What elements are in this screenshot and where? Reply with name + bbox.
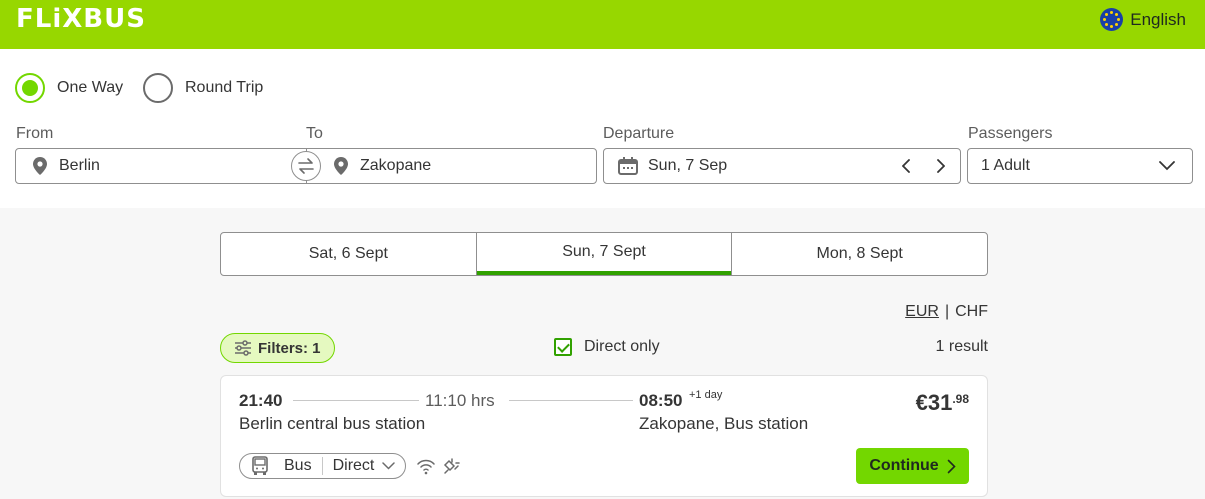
result-card[interactable]: 21:40 11:10 hrs 08:50 +1 day Berlin cent… [220,375,988,497]
passengers-select[interactable]: 1 Adult [967,148,1193,184]
swap-arrows-icon [298,158,314,174]
passengers-label: Passengers [968,125,1053,142]
departure-input[interactable]: Sun, 7 Sep [603,148,961,184]
date-tab-selected[interactable]: Sun, 7 Sept [476,233,733,275]
currency-chf[interactable]: CHF [955,303,988,321]
continue-button[interactable]: Continue [856,448,969,484]
route-line [293,400,419,401]
to-value: Zakopane [360,157,432,174]
direct-only-checkbox[interactable] [554,338,572,356]
departure-value: Sun, 7 Sep [648,157,728,174]
radio-circle [143,73,173,103]
chevron-down-icon [1159,161,1175,171]
bus-icon [252,456,268,475]
from-value: Berlin [59,157,100,174]
one-way-radio[interactable]: One Way [15,73,123,103]
to-input[interactable]: Zakopane [307,149,597,183]
chevron-down-icon [382,462,396,470]
calendar-icon [618,157,638,175]
date-tab-previous[interactable]: Sat, 6 Sept [221,233,477,275]
pill-divider [321,457,323,475]
departure-label: Departure [603,125,675,142]
radio-circle [15,73,45,103]
swap-locations-button[interactable] [291,151,321,181]
filters-button[interactable]: Filters: 1 [220,333,335,363]
top-bar: FLiXBUS English [0,0,1205,49]
power-socket-icon [443,458,460,474]
chevron-right-icon [936,159,945,173]
from-input[interactable]: Berlin [16,149,306,183]
arrival-day-offset: +1 day [689,389,723,401]
direct-only-label: Direct only [584,338,660,355]
date-tab-label: Sat, 6 Sept [308,245,388,262]
currency-eur[interactable]: EUR [905,303,939,321]
connection-type: Direct [332,457,375,474]
direct-only-toggle[interactable]: Direct only [554,338,660,356]
transport-type: Bus [284,457,312,474]
route-line [509,400,633,401]
location-pin-icon [334,157,348,175]
round-trip-radio[interactable]: Round Trip [143,73,263,103]
price-main: €31 [915,390,953,415]
date-tabs: Sat, 6 Sept Sun, 7 Sept Mon, 8 Sept [220,232,988,276]
results-count: 1 result [935,338,988,355]
language-label: English [1130,9,1186,29]
chevron-right-icon [947,459,956,473]
wifi-icon [417,459,435,475]
round-trip-label: Round Trip [185,79,264,96]
date-tab-label: Mon, 8 Sept [816,245,903,262]
trip-duration: 11:10 hrs [425,391,495,410]
search-panel: One Way Round Trip From To Departure Pas… [0,49,1205,208]
passengers-value: 1 Adult [981,157,1030,174]
currency-switcher: EUR | CHF [905,303,988,321]
sliders-icon [235,340,251,356]
eu-flag-icon [1100,8,1124,31]
to-label: To [306,125,323,142]
continue-label: Continue [869,457,939,474]
date-tab-next[interactable]: Mon, 8 Sept [732,233,987,275]
chevron-left-icon [901,159,910,173]
price: €31 .98 [916,390,969,416]
one-way-label: One Way [57,79,124,96]
currency-separator: | [944,303,950,320]
previous-date-button[interactable] [898,157,914,175]
next-date-button[interactable] [932,157,948,175]
filters-label: Filters: 1 [258,339,321,357]
from-label: From [16,125,54,142]
date-tab-label: Sun, 7 Sept [562,243,646,260]
departure-station: Berlin central bus station [239,414,426,433]
arrival-station: Zakopane, Bus station [639,414,809,433]
flixbus-logo[interactable]: FLiXBUS [16,4,146,34]
arrival-time: 08:50 [639,391,683,410]
location-pin-icon [33,157,47,175]
price-cents: .98 [952,392,969,406]
trip-details-toggle[interactable]: Bus Direct [239,453,407,479]
departure-time: 21:40 [239,391,283,410]
language-selector[interactable]: English [1100,8,1186,31]
